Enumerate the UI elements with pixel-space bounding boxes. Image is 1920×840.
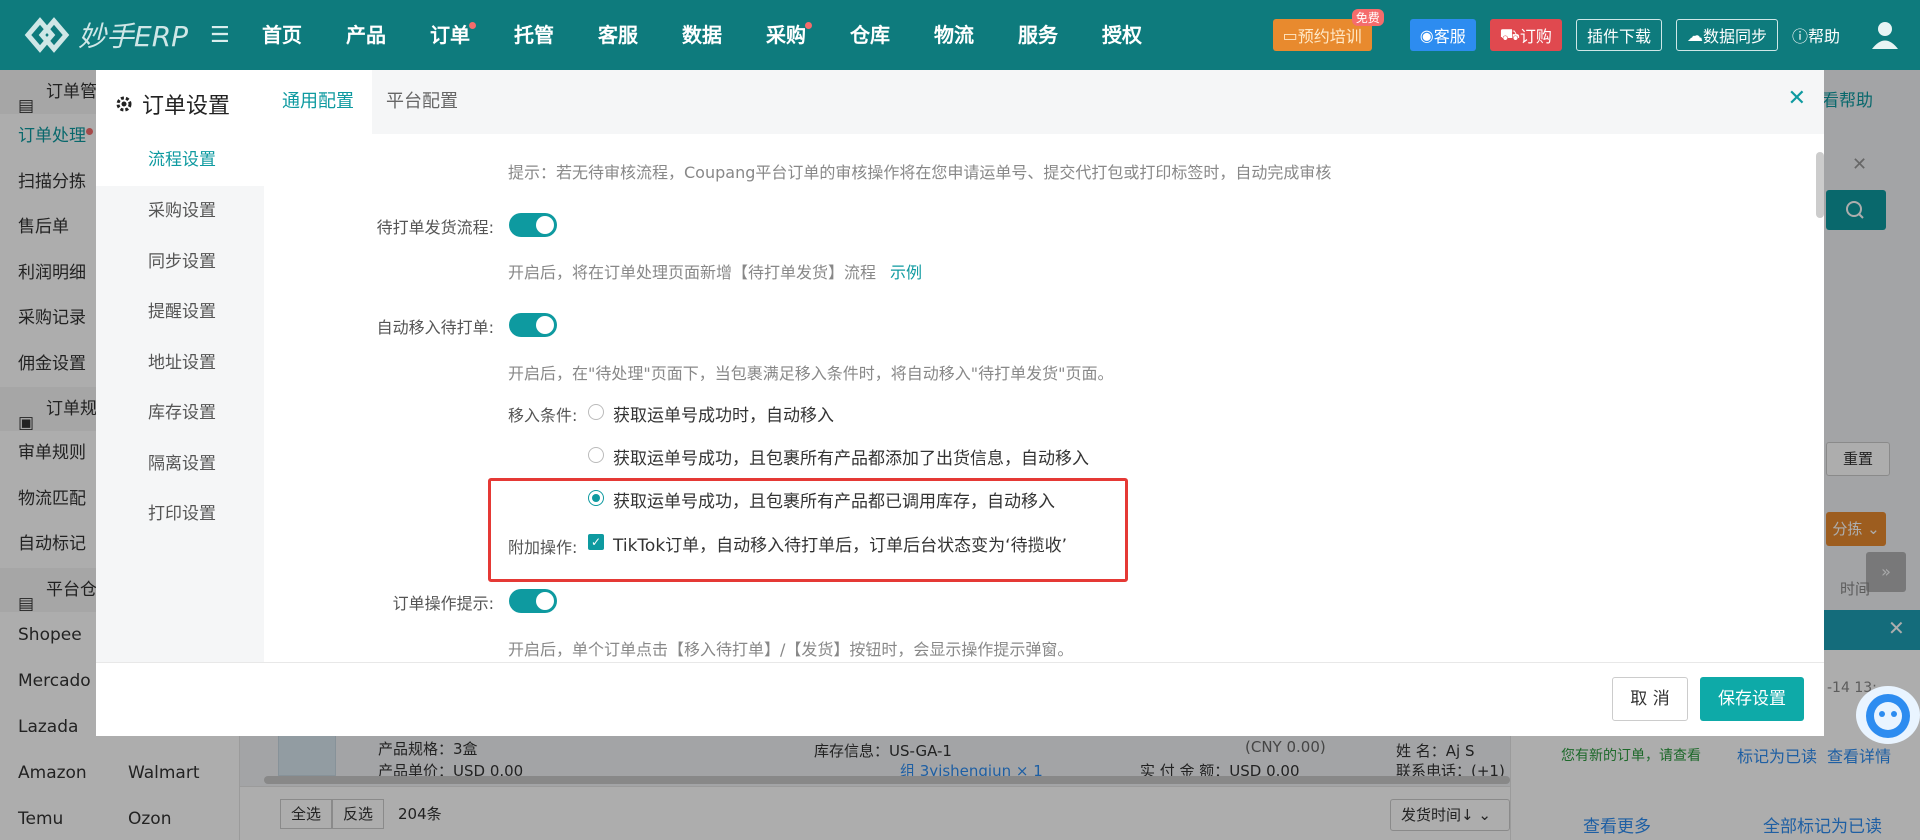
nav-home[interactable]: 首页	[242, 0, 326, 70]
nav-badge-dot	[805, 22, 812, 29]
settings-tabs: 通用配置 平台配置 ✕	[264, 70, 1824, 134]
nav-order[interactable]: 订单	[410, 0, 494, 70]
nav-logistics[interactable]: 物流	[914, 0, 998, 70]
app-logo[interactable]: 妙手ERP	[0, 15, 210, 55]
toggle-knob	[536, 592, 554, 610]
op-tip-label: 订单操作提示:	[392, 594, 494, 613]
cloud-icon: ☁	[1686, 25, 1703, 45]
menu-toggle-icon[interactable]: ☰	[210, 23, 232, 48]
menu-flow-settings[interactable]: 流程设置	[96, 134, 264, 186]
save-settings-button[interactable]: 保存设置	[1700, 677, 1804, 721]
condition-radio-1[interactable]	[588, 404, 604, 420]
plugin-download-button[interactable]: 插件下载	[1575, 19, 1662, 51]
auto-move-hint: 开启后，在"待处理"页面下，当包裹满足移入条件时，将自动移入"待打单发货"页面。	[508, 364, 1114, 383]
condition-option-2[interactable]: 获取运单号成功，且包裹所有产品都添加了出货信息，自动移入	[613, 444, 1089, 469]
move-condition-label: 移入条件:	[508, 406, 578, 425]
print-flow-label: 待打单发货流程:	[376, 218, 494, 237]
nav-service[interactable]: 服务	[998, 0, 1082, 70]
menu-stock-settings[interactable]: 库存设置	[96, 388, 264, 439]
menu-address-settings[interactable]: 地址设置	[96, 338, 264, 389]
help-link[interactable]: ⓘ 帮助	[1792, 23, 1840, 47]
logo-text: 妙手ERP	[78, 20, 189, 53]
nav-warehouse[interactable]: 仓库	[830, 0, 914, 70]
top-nav-bar: 妙手ERP ☰ 首页 产品 订单 托管 客服 数据 采购 仓库 物流 服务 授权…	[0, 0, 1920, 70]
dialog-footer: 取 消 保存设置	[96, 662, 1824, 736]
logo-icon	[24, 15, 70, 55]
nav-authorize[interactable]: 授权	[1082, 0, 1166, 70]
tab-platform[interactable]: 平台配置	[368, 70, 476, 134]
user-avatar-icon[interactable]	[1870, 20, 1900, 50]
headset-icon: ◉	[1419, 25, 1434, 45]
highlight-box	[488, 478, 1128, 582]
subscribe-button[interactable]: ⛟ 订购	[1489, 19, 1562, 51]
toggle-knob	[536, 316, 554, 334]
condition-option-1[interactable]: 获取运单号成功时，自动移入	[613, 401, 834, 426]
gear-icon	[116, 96, 132, 112]
coupang-hint: 提示：若无待审核流程，Coupang平台订单的审核操作将在您申请运单号、提交代打…	[508, 163, 1332, 182]
close-icon[interactable]: ✕	[1788, 86, 1806, 111]
settings-menu-list: 流程设置 采购设置 同步设置 提醒设置 地址设置 库存设置 隔离设置 打印设置	[96, 134, 264, 540]
toggle-knob	[536, 216, 554, 234]
menu-sync-settings[interactable]: 同步设置	[96, 237, 264, 288]
nav-purchase[interactable]: 采购	[746, 0, 830, 70]
nav-data[interactable]: 数据	[662, 0, 746, 70]
nav-badge-dot	[469, 22, 476, 29]
main-nav: 首页 产品 订单 托管 客服 数据 采购 仓库 物流 服务 授权	[242, 0, 1166, 70]
training-button[interactable]: ▭ 预约培训 免费	[1272, 9, 1384, 51]
op-tip-toggle[interactable]	[509, 589, 557, 613]
menu-purchase-settings[interactable]: 采购设置	[96, 186, 264, 237]
cancel-button[interactable]: 取 消	[1612, 677, 1688, 721]
print-flow-hint: 开启后，将在订单处理页面新增【待打单发货】流程 示例	[508, 263, 923, 282]
menu-isolation-settings[interactable]: 隔离设置	[96, 439, 264, 490]
tab-general[interactable]: 通用配置	[264, 70, 372, 134]
nav-hosting[interactable]: 托管	[494, 0, 578, 70]
nav-product[interactable]: 产品	[326, 0, 410, 70]
op-tip-hint: 开启后，单个订单点击【移入待打单】/【发货】按钮时，会显示操作提示弹窗。	[508, 640, 1074, 659]
cart-icon: ⛟	[1499, 24, 1520, 44]
auto-move-label: 自动移入待打单:	[376, 318, 494, 337]
menu-print-settings[interactable]: 打印设置	[96, 489, 264, 540]
chat-assistant-icon[interactable]	[1856, 686, 1920, 744]
menu-reminder-settings[interactable]: 提醒设置	[96, 287, 264, 338]
free-badge: 免费	[1351, 9, 1384, 26]
service-button[interactable]: ◉ 客服	[1409, 19, 1476, 51]
condition-radio-2[interactable]	[588, 447, 604, 463]
top-actions: ▭ 预约培训 免费 ◉ 客服 ⛟ 订购 插件下载 ☁ 数据同步 ⓘ 帮助	[1272, 0, 1920, 70]
print-flow-toggle[interactable]	[509, 213, 557, 237]
example-link[interactable]: 示例	[890, 263, 922, 282]
data-sync-button[interactable]: ☁ 数据同步	[1675, 19, 1778, 51]
chat-icon: ▭	[1282, 25, 1298, 45]
question-icon: ⓘ	[1791, 27, 1808, 46]
dialog-title: 订单设置	[114, 88, 230, 120]
auto-move-toggle[interactable]	[509, 313, 557, 337]
nav-customer-service[interactable]: 客服	[578, 0, 662, 70]
vertical-scrollbar[interactable]	[1816, 152, 1824, 218]
